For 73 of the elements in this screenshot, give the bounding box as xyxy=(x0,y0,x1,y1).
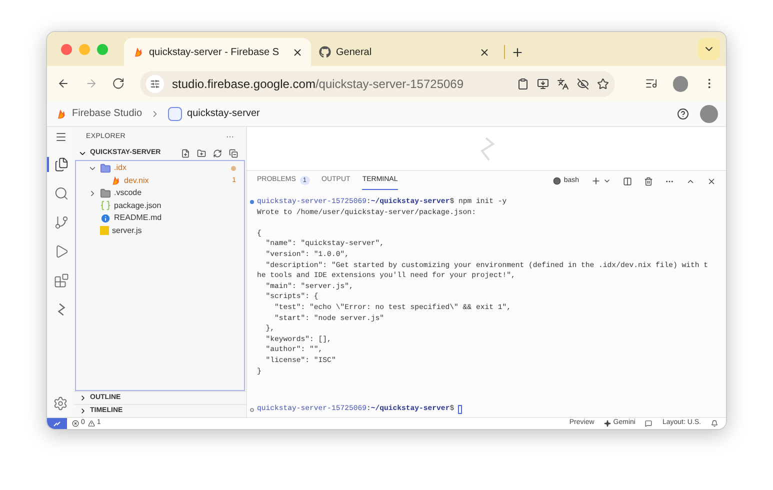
tree-item[interactable]: .vscode xyxy=(76,187,244,200)
flame-icon xyxy=(132,46,144,58)
tab-search-button[interactable] xyxy=(698,38,720,60)
eye-off-icon[interactable] xyxy=(577,78,590,90)
close-icon[interactable] xyxy=(479,46,490,58)
close-icon[interactable] xyxy=(707,176,716,186)
menu-icon[interactable] xyxy=(54,131,66,143)
files-icon[interactable] xyxy=(54,157,69,172)
avatar[interactable] xyxy=(700,104,718,122)
project-icon xyxy=(168,106,182,120)
js-file-icon xyxy=(100,226,109,236)
split-icon[interactable] xyxy=(623,176,632,186)
file-name: .vscode xyxy=(114,187,142,200)
file-name: server.js xyxy=(112,224,142,237)
collapse-icon[interactable] xyxy=(229,149,238,158)
refresh-icon[interactable] xyxy=(213,149,222,158)
terminal-icon xyxy=(552,177,561,185)
tab-title: General xyxy=(336,46,372,60)
sparkle-icon xyxy=(604,420,612,427)
blocks-icon[interactable] xyxy=(54,273,69,288)
new-folder-icon[interactable] xyxy=(197,149,206,158)
new-tab-icon[interactable] xyxy=(511,46,524,59)
terminal-cursor xyxy=(458,405,462,414)
run-icon[interactable] xyxy=(54,244,69,259)
file-name: .idx xyxy=(114,162,126,174)
feedback-icon[interactable] xyxy=(645,420,652,427)
github-icon xyxy=(319,46,331,58)
file-name: dev.nix xyxy=(124,174,149,187)
tree-item[interactable]: package.json xyxy=(76,200,244,212)
search-icon[interactable] xyxy=(54,186,69,201)
url-text: studio.firebase.google.com/quickstay-server-15725069 xyxy=(172,76,464,92)
tree-item[interactable]: server.js xyxy=(76,224,244,237)
site-info-button[interactable] xyxy=(146,74,164,92)
caret-icon[interactable] xyxy=(603,177,611,185)
folder-icon xyxy=(100,188,111,199)
project-name[interactable]: quickstay-server xyxy=(187,106,260,121)
file-name: README.md xyxy=(114,212,162,224)
json-file-icon xyxy=(100,200,111,212)
bookmark-icon[interactable] xyxy=(597,78,610,90)
warning-icon[interactable] xyxy=(88,420,95,427)
translate-icon[interactable] xyxy=(557,78,570,90)
firebase-logo-icon xyxy=(55,108,67,120)
error-icon[interactable] xyxy=(72,420,79,427)
tab-title: quickstay-server - Firebase S xyxy=(149,46,280,60)
remote-icon xyxy=(53,420,61,428)
brand-name[interactable]: Firebase Studio xyxy=(72,106,142,121)
reload-icon[interactable] xyxy=(112,77,126,90)
file-name: package.json xyxy=(114,200,162,212)
add-terminal-icon[interactable] xyxy=(591,176,601,186)
studio-logo-icon xyxy=(478,136,496,162)
tree-item[interactable]: .idx xyxy=(76,162,244,174)
info-icon xyxy=(100,212,111,224)
avatar[interactable] xyxy=(672,76,688,92)
folder-icon xyxy=(100,162,111,174)
remote-button[interactable] xyxy=(47,418,67,429)
settings-icon[interactable] xyxy=(53,396,68,411)
trash-icon[interactable] xyxy=(644,176,653,186)
close-icon[interactable] xyxy=(292,46,303,58)
help-icon[interactable] xyxy=(677,108,689,120)
tree-item[interactable]: README.md xyxy=(76,212,244,224)
back-icon[interactable] xyxy=(57,77,70,90)
notification-icon[interactable] xyxy=(711,420,718,427)
media-icon[interactable] xyxy=(645,77,658,90)
nix-file-icon xyxy=(110,175,121,186)
install-icon[interactable] xyxy=(537,78,550,90)
browser-tab[interactable]: General xyxy=(311,38,498,66)
browser-tab[interactable]: quickstay-server - Firebase S xyxy=(124,38,311,66)
clipboard-icon[interactable] xyxy=(517,78,530,90)
address-bar[interactable]: studio.firebase.google.com/quickstay-server-15725069 xyxy=(140,70,616,96)
new-file-icon[interactable] xyxy=(181,149,190,158)
branch-icon[interactable] xyxy=(54,215,69,230)
sliders-icon xyxy=(150,78,160,88)
more-actions-button[interactable]: ··· xyxy=(226,131,234,143)
